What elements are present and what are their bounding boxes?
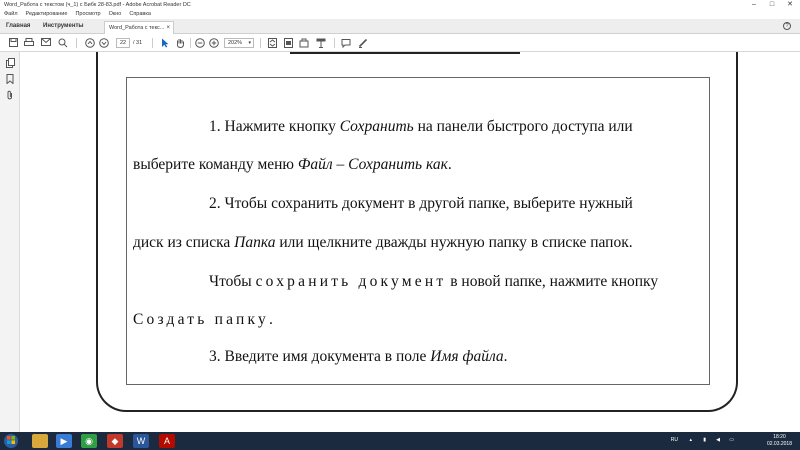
- document-view[interactable]: 1. Нажмите кнопку Сохранить на панели бы…: [20, 52, 800, 432]
- search-icon[interactable]: [58, 38, 68, 48]
- tab-home[interactable]: Главная: [6, 19, 30, 34]
- paragraph-3-line-1: Чтобы сохранить документ в новой папке, …: [209, 273, 659, 290]
- help-button[interactable]: ?: [783, 21, 794, 32]
- fit-page-icon[interactable]: [267, 38, 277, 48]
- page-number-input[interactable]: 22: [116, 38, 130, 48]
- page-down-icon[interactable]: [99, 38, 109, 48]
- page-total: / 31: [133, 40, 143, 46]
- network-icon[interactable]: ▮: [703, 436, 706, 444]
- battery-icon[interactable]: ▭: [729, 436, 734, 444]
- print-icon[interactable]: [24, 38, 34, 48]
- page-top-rule: [290, 52, 520, 54]
- scroll-mode-icon[interactable]: [316, 38, 326, 48]
- word-icon[interactable]: W: [133, 434, 149, 448]
- clock-time: 18:20: [773, 434, 786, 440]
- title-bar: Word_Работа с текстом (ч_1) с Бибк 28-83…: [0, 0, 800, 10]
- select-cursor-icon[interactable]: [160, 38, 170, 48]
- menu-window[interactable]: Окно: [109, 10, 122, 19]
- language-indicator[interactable]: RU: [671, 436, 678, 444]
- tab-document-label: Word_Работа с текс...: [109, 25, 165, 31]
- save-icon[interactable]: [8, 38, 18, 48]
- paragraph-3-line-2: Создать папку.: [133, 311, 273, 328]
- attachment-icon[interactable]: [5, 90, 15, 100]
- zoom-value: 202%: [228, 40, 243, 46]
- file-explorer-icon[interactable]: [32, 434, 48, 448]
- zoom-select[interactable]: 202% ▾: [224, 38, 254, 48]
- bookmark-icon[interactable]: [5, 74, 15, 85]
- chevron-down-icon: ▾: [248, 40, 251, 46]
- window-title: Word_Работа с текстом (ч_1) с Бибк 28-83…: [4, 2, 191, 8]
- tray-up-icon[interactable]: ▴: [689, 436, 692, 444]
- menu-help[interactable]: Справка: [129, 10, 151, 19]
- paragraph-2-line-2: диск из списка Папка или щелкните дважды…: [133, 234, 633, 251]
- acrobat-icon[interactable]: A: [159, 434, 175, 448]
- taskbar: ▶ ◉ ◆ W A RU ▴ ▮ ◀ ▭ 18:20 02.03.2018: [0, 432, 800, 450]
- tab-tools[interactable]: Инструменты: [43, 19, 84, 34]
- page-thumbnails-icon[interactable]: [5, 58, 15, 68]
- paragraph-1-line-1: 1. Нажмите кнопку Сохранить на панели бы…: [209, 118, 633, 135]
- maximize-button[interactable]: □: [766, 0, 778, 10]
- menu-file[interactable]: Файл: [4, 10, 18, 19]
- text-frame: 1. Нажмите кнопку Сохранить на панели бы…: [126, 77, 710, 385]
- clock[interactable]: 18:20 02.03.2018: [767, 434, 792, 448]
- hand-tool-icon[interactable]: [175, 38, 185, 49]
- zoom-out-icon[interactable]: [195, 38, 205, 48]
- tab-bar: Главная Инструменты Word_Работа с текс..…: [0, 19, 800, 34]
- media-player-icon[interactable]: ▶: [56, 434, 72, 448]
- paragraph-1-line-2: выберите команду меню Файл – Сохранить к…: [133, 156, 452, 173]
- paragraph-4: 3. Введите имя документа в поле Имя файл…: [209, 348, 508, 365]
- menu-bar: Файл Редактирование Просмотр Окно Справк…: [0, 10, 800, 19]
- volume-icon[interactable]: ◀: [716, 436, 720, 444]
- minimize-button[interactable]: –: [748, 0, 760, 10]
- close-button[interactable]: ✕: [784, 0, 796, 10]
- email-icon[interactable]: [41, 38, 51, 48]
- help-icon: ?: [783, 22, 791, 30]
- highlight-pen-icon[interactable]: [358, 38, 368, 48]
- menu-view[interactable]: Просмотр: [75, 10, 100, 19]
- start-button[interactable]: [4, 434, 18, 448]
- app-icon[interactable]: ◆: [107, 434, 123, 448]
- tab-close-icon[interactable]: ×: [166, 22, 170, 34]
- left-side-panel: [0, 52, 20, 432]
- chrome-icon[interactable]: ◉: [81, 434, 97, 448]
- rotate-icon[interactable]: [299, 38, 309, 48]
- comment-icon[interactable]: [341, 38, 351, 49]
- menu-edit[interactable]: Редактирование: [26, 10, 68, 19]
- tab-document[interactable]: Word_Работа с текс... ×: [104, 21, 174, 34]
- toolbar: 22 / 31 202% ▾: [0, 34, 800, 52]
- page-up-icon[interactable]: [85, 38, 95, 48]
- clock-date: 02.03.2018: [766, 441, 792, 447]
- zoom-in-icon[interactable]: [209, 38, 219, 48]
- fit-width-icon[interactable]: [283, 38, 293, 48]
- paragraph-2-line-1: 2. Чтобы сохранить документ в другой пап…: [209, 195, 633, 212]
